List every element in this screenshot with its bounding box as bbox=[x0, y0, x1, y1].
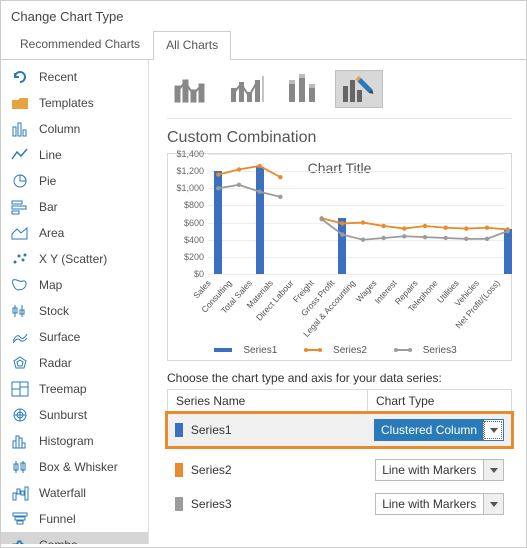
sidebar-item-column[interactable]: Column bbox=[1, 116, 148, 142]
sidebar-item-label: Histogram bbox=[39, 434, 94, 448]
scatter-icon bbox=[11, 251, 29, 267]
sidebar-item-label: Waterfall bbox=[39, 486, 86, 500]
chart-y-axis-labels: $0$200$400$600$800$1,000$1,200$1,400 bbox=[168, 154, 208, 274]
header-chart-type: Chart Type bbox=[368, 390, 511, 412]
funnel-icon bbox=[11, 511, 29, 527]
sidebar-item-sunburst[interactable]: Sunburst bbox=[1, 402, 148, 428]
series3-chart-type-dropdown[interactable]: Line with Markers bbox=[375, 493, 504, 515]
sidebar-item-label: Sunburst bbox=[39, 408, 87, 422]
sidebar-item-label: Area bbox=[39, 226, 64, 240]
stock-icon bbox=[11, 303, 29, 319]
chart-type-sidebar: Recent Templates Column Line Pie Bar Area X Y (… bbox=[1, 60, 149, 544]
series1-name: Series1 bbox=[191, 423, 366, 437]
sidebar-item-pie[interactable]: Pie bbox=[1, 168, 148, 194]
chevron-down-icon[interactable] bbox=[483, 420, 503, 440]
sidebar-item-waterfall[interactable]: Waterfall bbox=[1, 480, 148, 506]
treemap-icon bbox=[11, 381, 29, 397]
combo-subtype-custom[interactable] bbox=[335, 70, 383, 108]
map-icon bbox=[11, 277, 29, 293]
column-icon bbox=[11, 121, 29, 137]
chevron-down-icon[interactable] bbox=[483, 460, 503, 480]
tab-all-charts[interactable]: All Charts bbox=[153, 31, 231, 60]
series1-chart-type-dropdown[interactable]: Clustered Column bbox=[374, 419, 504, 441]
series3-swatch-icon bbox=[175, 497, 183, 511]
dialog-title: Change Chart Type bbox=[1, 1, 526, 30]
sidebar-item-label: Stock bbox=[39, 304, 69, 318]
sidebar-item-templates[interactable]: Templates bbox=[1, 90, 148, 116]
recent-icon bbox=[11, 69, 29, 85]
combo-subtype-1[interactable] bbox=[167, 70, 215, 108]
sidebar-item-surface[interactable]: Surface bbox=[1, 324, 148, 350]
sidebar-item-label: Templates bbox=[39, 96, 94, 110]
header-series-name: Series Name bbox=[168, 390, 368, 412]
tab-strip: Recommended Charts All Charts bbox=[1, 30, 526, 60]
radar-icon bbox=[11, 355, 29, 371]
box-icon bbox=[11, 459, 29, 475]
panel-heading: Custom Combination bbox=[167, 129, 512, 147]
sidebar-item-label: Radar bbox=[39, 356, 72, 370]
sidebar-item-label: Pie bbox=[39, 174, 56, 188]
series1-swatch-icon bbox=[175, 423, 183, 437]
sidebar-item-recent[interactable]: Recent bbox=[1, 64, 148, 90]
sidebar-item-combo[interactable]: Combo bbox=[1, 532, 148, 544]
pie-icon bbox=[11, 173, 29, 189]
sidebar-item-line[interactable]: Line bbox=[1, 142, 148, 168]
bar-icon bbox=[11, 199, 29, 215]
chart-bars bbox=[208, 154, 505, 274]
series-row-1[interactable]: Series1 Clustered Column bbox=[167, 413, 512, 447]
tab-recommended-charts[interactable]: Recommended Charts bbox=[7, 30, 153, 59]
sidebar-item-stock[interactable]: Stock bbox=[1, 298, 148, 324]
sidebar-item-radar[interactable]: Radar bbox=[1, 350, 148, 376]
sidebar-item-funnel[interactable]: Funnel bbox=[1, 506, 148, 532]
sidebar-item-label: X Y (Scatter) bbox=[39, 252, 107, 266]
sidebar-item-bar[interactable]: Bar bbox=[1, 194, 148, 220]
sidebar-item-label: Surface bbox=[39, 330, 80, 344]
sunburst-icon bbox=[11, 407, 29, 423]
combo-subtype-row bbox=[167, 70, 512, 119]
surface-icon bbox=[11, 329, 29, 345]
series2-name: Series2 bbox=[191, 463, 367, 477]
series-prompt: Choose the chart type and axis for your … bbox=[167, 371, 512, 385]
sidebar-item-label: Column bbox=[39, 122, 80, 136]
series-row-2[interactable]: Series2 Line with Markers bbox=[167, 453, 512, 487]
templates-icon bbox=[11, 95, 29, 111]
histogram-icon bbox=[11, 433, 29, 449]
sidebar-item-label: Funnel bbox=[39, 512, 76, 526]
sidebar-item-treemap[interactable]: Treemap bbox=[1, 376, 148, 402]
sidebar-item-x-y-scatter-[interactable]: X Y (Scatter) bbox=[1, 246, 148, 272]
series3-name: Series3 bbox=[191, 497, 367, 511]
combo-subtype-2[interactable] bbox=[223, 70, 271, 108]
chevron-down-icon[interactable] bbox=[483, 494, 503, 514]
sidebar-item-label: Bar bbox=[39, 200, 58, 214]
chart-preview: Chart Title $0$200$400$600$800$1,000$1,2… bbox=[167, 153, 512, 361]
series-table-header: Series Name Chart Type bbox=[167, 389, 512, 413]
sidebar-item-label: Box & Whisker bbox=[39, 460, 118, 474]
sidebar-item-label: Recent bbox=[39, 70, 77, 84]
chart-legend: Series1 Series2 Series3 bbox=[168, 345, 511, 356]
sidebar-item-box-whisker[interactable]: Box & Whisker bbox=[1, 454, 148, 480]
chart-x-axis-labels: SalesConsultingTotal SalesMaterialsDirec… bbox=[208, 276, 505, 332]
combo-subtype-3[interactable] bbox=[279, 70, 327, 108]
series2-chart-type-dropdown[interactable]: Line with Markers bbox=[375, 459, 504, 481]
waterfall-icon bbox=[11, 485, 29, 501]
sidebar-item-map[interactable]: Map bbox=[1, 272, 148, 298]
change-chart-type-dialog: Change Chart Type Recommended Charts All… bbox=[0, 0, 527, 548]
series-row-3[interactable]: Series3 Line with Markers bbox=[167, 487, 512, 521]
sidebar-item-histogram[interactable]: Histogram bbox=[1, 428, 148, 454]
sidebar-item-label: Treemap bbox=[39, 382, 87, 396]
main-panel: Custom Combination Chart Title $0$200$40… bbox=[149, 60, 526, 544]
sidebar-item-label: Map bbox=[39, 278, 62, 292]
sidebar-item-label: Line bbox=[39, 148, 62, 162]
line-icon bbox=[11, 147, 29, 163]
combo-icon bbox=[11, 537, 29, 544]
sidebar-item-label: Combo bbox=[39, 538, 78, 544]
sidebar-item-area[interactable]: Area bbox=[1, 220, 148, 246]
area-icon bbox=[11, 225, 29, 241]
series2-swatch-icon bbox=[175, 463, 183, 477]
